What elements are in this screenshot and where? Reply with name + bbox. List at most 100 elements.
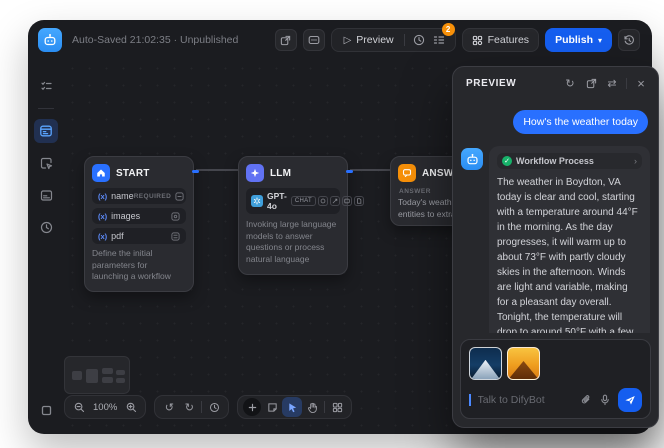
- external-link-icon: [280, 35, 291, 46]
- mode-controls: [237, 395, 352, 419]
- app-logo[interactable]: [38, 28, 62, 52]
- publish-button[interactable]: Publish ▾: [545, 28, 612, 52]
- start-field-images[interactable]: (x) images: [92, 208, 186, 224]
- restart-conversation-button[interactable]: ↻: [563, 76, 577, 90]
- sidebar-item-logs[interactable]: [34, 215, 58, 239]
- paper-plane-icon: [624, 394, 636, 406]
- task-list-icon: [40, 80, 53, 93]
- answer-bubble-icon: [402, 168, 412, 178]
- sidebar-divider: [38, 108, 54, 109]
- field-type-icon: [175, 192, 184, 201]
- run-history-button[interactable]: [409, 30, 429, 50]
- preview-panel: PREVIEW ↻ ⇄ × How's the weather today: [452, 66, 659, 428]
- open-in-explore-button[interactable]: [584, 76, 598, 90]
- ai-star-icon: [250, 168, 260, 178]
- field-name: pdf: [111, 231, 124, 241]
- bot-message-row: ✓ Workflow Process › The weather in Boyd…: [461, 146, 650, 333]
- features-button-label: Features: [488, 34, 529, 46]
- connector-handle[interactable]: [346, 170, 353, 173]
- sidebar-item-checklist[interactable]: [34, 74, 58, 98]
- preview-header: PREVIEW ↻ ⇄ ×: [453, 67, 658, 96]
- play-icon: ▷: [344, 35, 352, 46]
- sidebar-collapse-button[interactable]: [34, 398, 58, 422]
- canvas-toolbar: 100% ↺ ↻: [64, 395, 352, 419]
- zoom-controls: 100%: [64, 395, 146, 419]
- capability-icon-document: [354, 196, 364, 206]
- chat-input-area: [453, 333, 658, 427]
- zoom-out-button[interactable]: [69, 397, 89, 417]
- checklist-icon: [433, 34, 445, 46]
- model-capabilities: CHAT: [291, 196, 364, 206]
- square-icon: [40, 404, 53, 417]
- capability-icon-vision: [342, 196, 352, 206]
- organize-blocks-button[interactable]: [327, 397, 347, 417]
- pointer-mode-button[interactable]: [282, 397, 302, 417]
- zoom-in-button[interactable]: [121, 397, 141, 417]
- bot-avatar: [461, 148, 483, 170]
- features-button[interactable]: Features: [462, 28, 539, 52]
- field-name: name: [111, 191, 134, 201]
- redo-button[interactable]: ↻: [179, 397, 199, 417]
- undo-button[interactable]: ↺: [159, 397, 179, 417]
- field-type-icon: [171, 212, 180, 221]
- start-field-pdf[interactable]: (x) pdf: [92, 228, 186, 244]
- version-history-button[interactable]: [618, 29, 640, 51]
- checklist-button[interactable]: 2: [429, 30, 449, 50]
- api-access-button[interactable]: [303, 29, 325, 51]
- node-title: LLM: [270, 168, 291, 179]
- open-app-button[interactable]: [275, 29, 297, 51]
- workflow-process-toggle[interactable]: ✓ Workflow Process ›: [497, 153, 642, 169]
- canvas-minimap[interactable]: [64, 356, 130, 394]
- capability-icon-function: [318, 196, 328, 206]
- divider: [404, 34, 405, 46]
- connector-handle[interactable]: [192, 170, 199, 173]
- preview-button-label: Preview: [356, 34, 393, 46]
- preview-title: PREVIEW: [466, 78, 516, 89]
- swap-panel-button[interactable]: ⇄: [605, 76, 619, 90]
- node-start[interactable]: START (x) name REQUIRED (x) images (x) p…: [84, 156, 194, 292]
- node-title: START: [116, 168, 150, 179]
- clock-icon: [40, 221, 53, 234]
- capability-icon-tools: [330, 196, 340, 206]
- send-button[interactable]: [618, 388, 642, 412]
- change-history-button[interactable]: [204, 397, 224, 417]
- node-description: Invoking large language models to answer…: [246, 219, 340, 266]
- sidebar-item-api[interactable]: [34, 183, 58, 207]
- hand-mode-button[interactable]: [302, 397, 322, 417]
- sidebar-item-preview[interactable]: [34, 151, 58, 175]
- success-check-icon: ✓: [502, 156, 512, 166]
- terminal-icon: [40, 189, 53, 202]
- sidebar-item-orchestrate[interactable]: [34, 119, 58, 143]
- chat-messages: How's the weather today ✓ Workflow Proce…: [453, 96, 658, 333]
- start-field-name[interactable]: (x) name REQUIRED: [92, 188, 186, 204]
- node-llm[interactable]: LLM GPT-4o CHAT Invoking large language …: [238, 156, 348, 275]
- api-icon: [308, 34, 320, 46]
- add-node-knob: [243, 398, 261, 416]
- attach-file-button[interactable]: [580, 394, 592, 406]
- attachment-thumbnail-night-mountain[interactable]: [469, 347, 502, 380]
- gpt4o-model-icon: [251, 195, 263, 207]
- answer-node-icon: [398, 164, 416, 182]
- left-sidebar: [28, 60, 64, 434]
- chevron-down-icon: ▾: [598, 36, 602, 45]
- bot-answer-text: The weather in Boydton, VA today is clea…: [497, 175, 642, 333]
- chat-input[interactable]: [478, 394, 574, 406]
- voice-input-button[interactable]: [599, 394, 611, 406]
- zoom-level[interactable]: 100%: [89, 402, 121, 413]
- model-selector[interactable]: GPT-4o CHAT: [246, 188, 340, 214]
- attachment-thumbnail-sunset-mountain[interactable]: [507, 347, 540, 380]
- history-controls: ↺ ↻: [154, 395, 229, 419]
- add-node-button[interactable]: [242, 397, 262, 417]
- preview-button[interactable]: ▷ Preview: [338, 34, 400, 46]
- variable-icon: (x): [98, 212, 107, 221]
- workflow-icon: [39, 124, 53, 138]
- field-type-icon: [171, 232, 180, 241]
- screen: Auto-Saved 21:02:35 · Unpublished ▷ Prev…: [0, 0, 664, 448]
- bot-message-bubble: ✓ Workflow Process › The weather in Boyd…: [489, 146, 650, 333]
- autosave-status: Auto-Saved 21:02:35 · Unpublished: [72, 34, 238, 46]
- add-note-button[interactable]: [262, 397, 282, 417]
- close-preview-button[interactable]: ×: [634, 76, 648, 90]
- workflow-process-label: Workflow Process: [516, 156, 594, 166]
- topbar-actions: ▷ Preview 2 Features: [275, 28, 640, 52]
- cursor-box-icon: [40, 157, 53, 170]
